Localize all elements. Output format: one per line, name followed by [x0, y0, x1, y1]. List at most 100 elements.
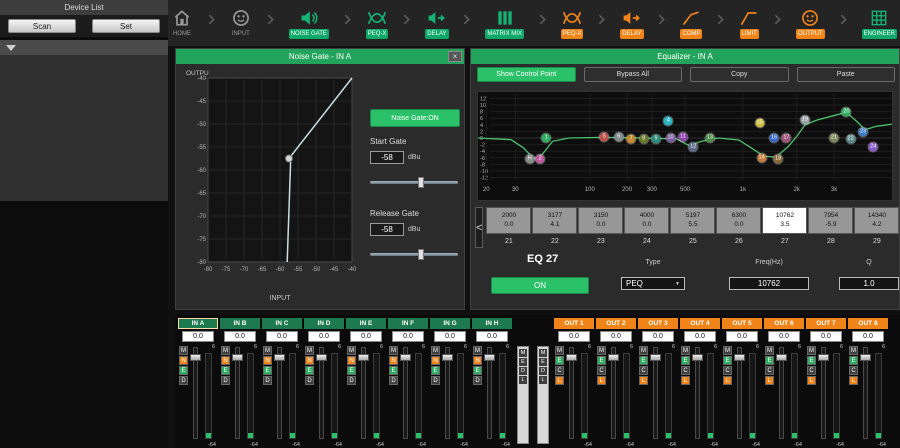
- channel-fader[interactable]: [611, 347, 616, 439]
- eq-control-point-22[interactable]: 22: [846, 135, 855, 144]
- release-gate-value[interactable]: -58: [370, 223, 404, 236]
- toolbar-item-limit[interactable]: LIMIT: [739, 8, 759, 39]
- master-fader[interactable]: MEDL: [517, 346, 529, 444]
- eq-band-21[interactable]: 20000.021: [486, 207, 531, 249]
- channel-button-N[interactable]: N: [347, 356, 356, 365]
- channel-button-D[interactable]: D: [389, 376, 398, 385]
- eq-band-27[interactable]: 107623.527: [762, 207, 807, 249]
- channel-button-E[interactable]: E: [519, 358, 527, 366]
- toolbar-item-peq-x[interactable]: PEQ-X: [561, 8, 584, 39]
- channel-button-L[interactable]: L: [539, 376, 547, 384]
- toolbar-item-output[interactable]: OUTPUT: [796, 8, 825, 39]
- fader-thumb[interactable]: [818, 354, 829, 361]
- channel-button-M[interactable]: M: [221, 346, 230, 355]
- eq-control-point-13[interactable]: 13: [705, 134, 714, 143]
- eq-band-23[interactable]: 31500.023: [578, 207, 623, 249]
- eq-button-bypass-all[interactable]: Bypass All: [584, 67, 683, 82]
- channel-button-E[interactable]: E: [539, 358, 547, 366]
- toolbar-item-home[interactable]: HOME: [171, 8, 193, 39]
- toolbar-item-delay[interactable]: DELAY: [425, 8, 448, 39]
- channel-button-D[interactable]: D: [347, 376, 356, 385]
- channel-label[interactable]: IN B: [220, 318, 260, 329]
- channel-button-L[interactable]: L: [765, 376, 774, 385]
- eq-control-point-6[interactable]: 6: [614, 133, 623, 142]
- channel-button-C[interactable]: C: [555, 366, 564, 375]
- channel-button-E[interactable]: E: [263, 366, 272, 375]
- channel-fader[interactable]: [821, 347, 826, 439]
- channel-button-E[interactable]: E: [179, 366, 188, 375]
- eq-button-copy[interactable]: Copy: [690, 67, 789, 82]
- channel-button-E[interactable]: E: [305, 366, 314, 375]
- eq-control-point-20[interactable]: 20: [842, 108, 851, 117]
- fader-thumb[interactable]: [566, 354, 577, 361]
- eq-control-point-14[interactable]: 14: [757, 154, 766, 163]
- fader-thumb[interactable]: [442, 354, 453, 361]
- channel-gain-value[interactable]: 0.0: [308, 331, 340, 342]
- channel-button-N[interactable]: N: [473, 356, 482, 365]
- channel-button-M[interactable]: M: [681, 346, 690, 355]
- channel-fader[interactable]: [445, 347, 450, 439]
- eq-control-point-9[interactable]: 9: [652, 135, 661, 144]
- start-gate-slider[interactable]: [370, 177, 458, 188]
- channel-button-M[interactable]: M: [347, 346, 356, 355]
- eq-control-point-1[interactable]: 1: [542, 134, 551, 143]
- eq-control-point-7[interactable]: 7: [627, 135, 636, 144]
- channel-button-M[interactable]: M: [389, 346, 398, 355]
- channel-gain-value[interactable]: 0.0: [726, 331, 758, 342]
- fader-thumb[interactable]: [608, 354, 619, 361]
- fader-thumb[interactable]: [650, 354, 661, 361]
- channel-label[interactable]: IN G: [430, 318, 470, 329]
- channel-gain-value[interactable]: 0.0: [558, 331, 590, 342]
- channel-gain-value[interactable]: 0.0: [434, 331, 466, 342]
- channel-fader[interactable]: [653, 347, 658, 439]
- eq-control-point-19[interactable]: 19: [801, 115, 810, 124]
- toolbar-item-delay[interactable]: DELAY: [620, 8, 643, 39]
- eq-band-26[interactable]: 63000.026: [716, 207, 761, 249]
- channel-button-M[interactable]: M: [849, 346, 858, 355]
- channel-label[interactable]: IN A: [178, 318, 218, 329]
- q-input[interactable]: 1.0: [839, 277, 899, 290]
- fader-thumb[interactable]: [776, 354, 787, 361]
- fader-thumb[interactable]: [860, 354, 871, 361]
- noise-gate-power-button[interactable]: Noise Gate:ON: [370, 109, 460, 127]
- channel-button-E[interactable]: E: [807, 356, 816, 365]
- channel-fader[interactable]: [569, 347, 574, 439]
- channel-button-M[interactable]: M: [765, 346, 774, 355]
- channel-gain-value[interactable]: 0.0: [392, 331, 424, 342]
- channel-button-C[interactable]: C: [681, 366, 690, 375]
- channel-button-D[interactable]: D: [473, 376, 482, 385]
- channel-label[interactable]: IN F: [388, 318, 428, 329]
- eq-control-point-15[interactable]: 15: [755, 118, 764, 127]
- channel-button-N[interactable]: N: [431, 356, 440, 365]
- channel-button-N[interactable]: N: [221, 356, 230, 365]
- channel-button-C[interactable]: C: [639, 366, 648, 375]
- channel-label[interactable]: OUT 1: [554, 318, 594, 329]
- channel-button-E[interactable]: E: [597, 356, 606, 365]
- channel-button-E[interactable]: E: [431, 366, 440, 375]
- channel-button-M[interactable]: M: [519, 349, 527, 357]
- channel-button-E[interactable]: E: [681, 356, 690, 365]
- channel-fader[interactable]: [193, 347, 198, 439]
- eq-control-point-17[interactable]: 17: [782, 134, 791, 143]
- channel-fader[interactable]: [487, 347, 492, 439]
- channel-button-M[interactable]: M: [431, 346, 440, 355]
- channel-button-D[interactable]: D: [431, 376, 440, 385]
- master-fader[interactable]: MEDL: [537, 346, 549, 444]
- channel-button-N[interactable]: N: [389, 356, 398, 365]
- channel-label[interactable]: OUT 8: [848, 318, 888, 329]
- channel-button-L[interactable]: L: [681, 376, 690, 385]
- channel-button-M[interactable]: M: [639, 346, 648, 355]
- channel-button-M[interactable]: M: [555, 346, 564, 355]
- noise-gate-graph[interactable]: -40-80-45-75-50-70-55-65-60-60-65-55-70-…: [184, 68, 360, 302]
- channel-button-M[interactable]: M: [723, 346, 732, 355]
- channel-button-L[interactable]: L: [639, 376, 648, 385]
- channel-button-D[interactable]: D: [221, 376, 230, 385]
- channel-button-E[interactable]: E: [555, 356, 564, 365]
- fader-thumb[interactable]: [358, 354, 369, 361]
- channel-button-E[interactable]: E: [765, 356, 774, 365]
- channel-button-M[interactable]: M: [305, 346, 314, 355]
- channel-fader[interactable]: [737, 347, 742, 439]
- fader-thumb[interactable]: [484, 354, 495, 361]
- fader-thumb[interactable]: [692, 354, 703, 361]
- channel-label[interactable]: OUT 6: [764, 318, 804, 329]
